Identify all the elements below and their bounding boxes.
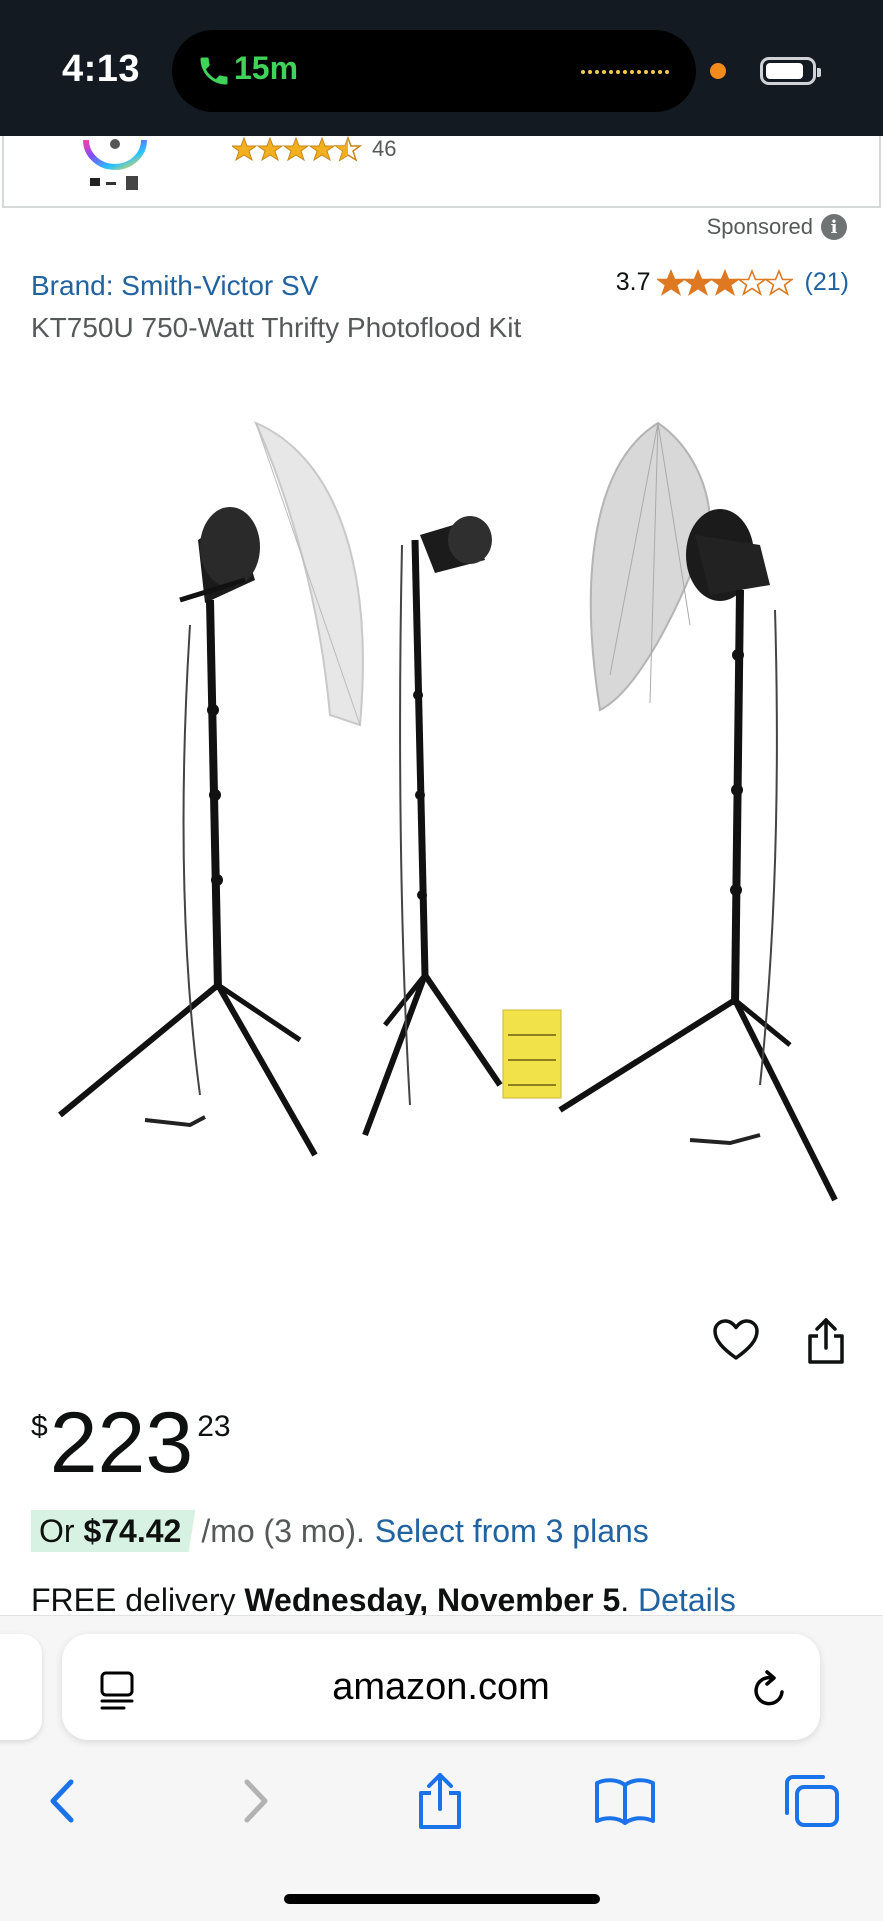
back-button[interactable] bbox=[28, 1766, 98, 1836]
audio-waveform-icon bbox=[581, 70, 669, 74]
review-count-link[interactable]: (21) bbox=[805, 268, 849, 297]
browser-toolbar: amazon.com bbox=[0, 1615, 883, 1921]
sponsored-label[interactable]: Sponsored i bbox=[707, 214, 847, 240]
chevron-right-icon bbox=[244, 1779, 268, 1823]
share-icon[interactable] bbox=[804, 1316, 848, 1366]
previous-product-card[interactable]: 46 bbox=[2, 136, 881, 208]
browser-share-button[interactable] bbox=[405, 1766, 475, 1836]
info-icon[interactable]: i bbox=[821, 214, 847, 240]
delivery-date: Wednesday, November 5 bbox=[244, 1582, 621, 1618]
delivery-details-link[interactable]: Details bbox=[638, 1582, 736, 1618]
dynamic-island[interactable]: 15m bbox=[172, 30, 696, 112]
price-currency: $ bbox=[31, 1410, 48, 1443]
delivery-prefix: FREE delivery bbox=[31, 1582, 245, 1618]
price-whole: 223 bbox=[49, 1395, 194, 1491]
installment-amount: $74.42 bbox=[83, 1513, 182, 1549]
status-bar: 4:13 15m bbox=[0, 0, 883, 136]
reload-icon[interactable] bbox=[750, 1668, 790, 1710]
price: $ 223 23 bbox=[31, 1396, 231, 1490]
delivery-info: FREE delivery Wednesday, November 5. Det… bbox=[31, 1582, 736, 1619]
call-duration: 15m bbox=[234, 50, 299, 86]
microphone-indicator-icon bbox=[710, 63, 726, 79]
address-bar[interactable]: amazon.com bbox=[62, 1634, 820, 1740]
browser-nav-row bbox=[0, 1766, 883, 1846]
delivery-separator: . bbox=[620, 1582, 639, 1618]
select-plans-link[interactable]: Select from 3 plans bbox=[375, 1513, 649, 1550]
share-icon bbox=[419, 1773, 461, 1829]
forward-button[interactable] bbox=[220, 1766, 290, 1836]
tabs-button[interactable] bbox=[776, 1766, 846, 1836]
previous-tab-preview[interactable] bbox=[0, 1634, 42, 1740]
chevron-left-icon bbox=[50, 1779, 74, 1823]
product-image[interactable] bbox=[30, 385, 860, 1235]
installment-badge: Or $74.42 bbox=[31, 1510, 196, 1552]
book-icon bbox=[595, 1778, 655, 1825]
ring-light-thumbnail bbox=[83, 139, 147, 190]
rating-stars-icon bbox=[656, 268, 793, 296]
installment-suffix: /mo (3 mo). bbox=[201, 1512, 365, 1549]
home-indicator[interactable] bbox=[284, 1894, 600, 1904]
bookmarks-button[interactable] bbox=[590, 1766, 660, 1836]
phone-call-icon bbox=[200, 57, 228, 85]
installment-prefix: Or bbox=[39, 1513, 84, 1549]
brand-link[interactable]: Brand: Smith-Victor SV bbox=[31, 270, 318, 302]
url-text: amazon.com bbox=[332, 1666, 550, 1708]
previous-rating-stars-icon bbox=[232, 136, 362, 162]
product-title[interactable]: KT750U 750-Watt Thrifty Photoflood Kit bbox=[31, 312, 521, 344]
battery-icon bbox=[760, 57, 821, 85]
tabs-icon bbox=[785, 1775, 839, 1827]
heart-icon[interactable] bbox=[712, 1318, 760, 1362]
status-time: 4:13 bbox=[62, 48, 141, 90]
price-fraction: 23 bbox=[197, 1410, 231, 1443]
previous-review-count: 46 bbox=[372, 136, 397, 161]
product-rating[interactable]: 3.7 (21) bbox=[616, 268, 849, 297]
installment-offer: Or $74.42 /mo (3 mo). Select from 3 plan… bbox=[31, 1510, 649, 1552]
rating-value: 3.7 bbox=[615, 268, 651, 296]
sponsored-text: Sponsored bbox=[706, 214, 813, 239]
